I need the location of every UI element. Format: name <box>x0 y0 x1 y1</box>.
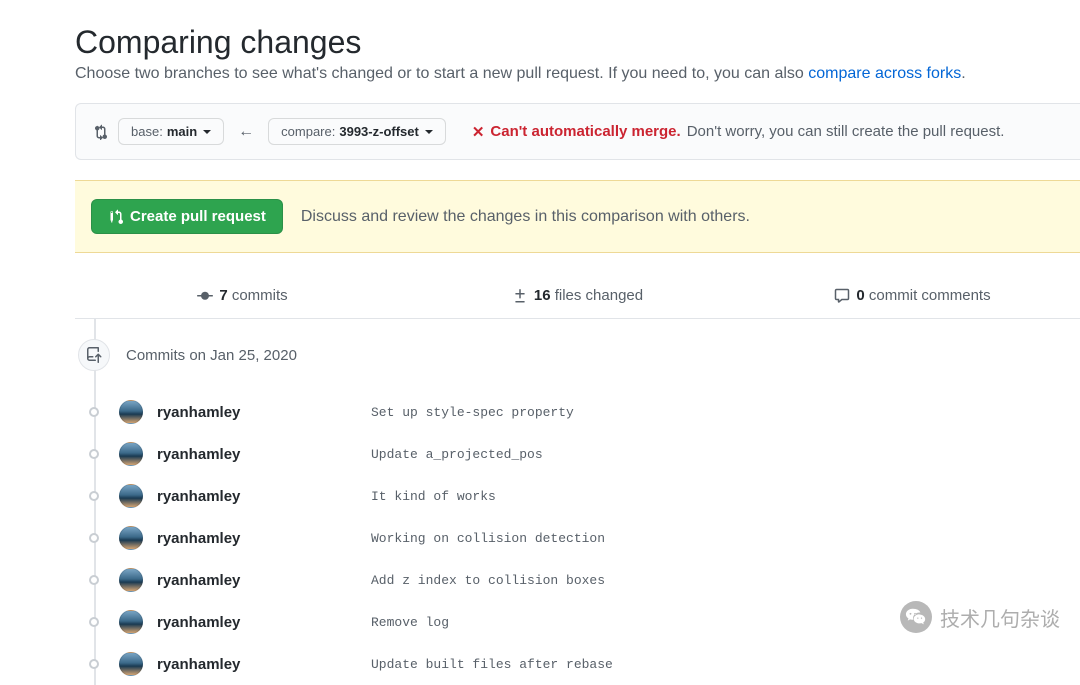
commit-author[interactable]: ryanhamley <box>157 656 357 673</box>
commit-row[interactable]: ryanhamley It kind of works <box>95 475 1080 517</box>
watermark: 技术几句杂谈 <box>900 601 1060 633</box>
commit-author[interactable]: ryanhamley <box>157 572 357 589</box>
stat-commits[interactable]: 7 commits <box>75 273 410 318</box>
avatar[interactable] <box>119 442 143 466</box>
commit-message[interactable]: It kind of works <box>371 489 496 504</box>
compare-bar: base: main ← compare: 3993-z-offset ✕ Ca… <box>75 103 1080 160</box>
avatar[interactable] <box>119 526 143 550</box>
pr-description: Discuss and review the changes in this c… <box>301 208 750 226</box>
create-pr-bar: Create pull request Discuss and review t… <box>75 180 1080 253</box>
commits-count: 7 <box>219 287 227 304</box>
commit-author[interactable]: ryanhamley <box>157 530 357 547</box>
git-compare-icon <box>92 124 108 140</box>
commits-label: commits <box>228 287 288 304</box>
create-pr-label: Create pull request <box>130 208 266 225</box>
repo-push-icon-wrap <box>78 339 110 371</box>
stats-bar: 7 commits 16 files changed 0 commit comm… <box>75 273 1080 319</box>
commit-icon <box>197 288 213 304</box>
comments-count: 0 <box>856 287 864 304</box>
commit-group-header: Commits on Jan 25, 2020 <box>75 339 1080 371</box>
commit-dot-icon <box>89 491 99 501</box>
base-branch-select[interactable]: base: main <box>118 118 224 145</box>
chevron-down-icon <box>425 130 433 134</box>
commit-dot-icon <box>89 575 99 585</box>
commit-author[interactable]: ryanhamley <box>157 404 357 421</box>
commit-message[interactable]: Update built files after rebase <box>371 657 613 672</box>
commit-author[interactable]: ryanhamley <box>157 446 357 463</box>
git-pull-request-icon <box>108 209 124 225</box>
subtitle-text: Choose two branches to see what's change… <box>75 65 808 82</box>
stat-comments[interactable]: 0 commit comments <box>745 273 1080 318</box>
commit-date: Commits on Jan 25, 2020 <box>126 347 297 364</box>
commit-row[interactable]: ryanhamley Update a_projected_pos <box>95 433 1080 475</box>
chevron-down-icon <box>203 130 211 134</box>
avatar[interactable] <box>119 484 143 508</box>
merge-rest-text: Don't worry, you can still create the pu… <box>687 123 1005 140</box>
merge-status: ✕ Can't automatically merge. Don't worry… <box>472 123 1005 141</box>
page-title: Comparing changes <box>75 24 1080 61</box>
avatar[interactable] <box>119 652 143 676</box>
avatar[interactable] <box>119 400 143 424</box>
commit-timeline: Commits on Jan 25, 2020 ryanhamley Set u… <box>75 339 1080 685</box>
commit-row[interactable]: ryanhamley Add z index to collision boxe… <box>95 559 1080 601</box>
commit-row[interactable]: ryanhamley Update built files after reba… <box>95 643 1080 685</box>
compare-value: 3993-z-offset <box>339 124 418 139</box>
wechat-icon <box>900 601 932 633</box>
commit-message[interactable]: Set up style-spec property <box>371 405 574 420</box>
avatar[interactable] <box>119 610 143 634</box>
commit-dot-icon <box>89 617 99 627</box>
stat-files[interactable]: 16 files changed <box>410 273 745 318</box>
compare-label: compare: <box>281 124 335 139</box>
commit-message[interactable]: Remove log <box>371 615 449 630</box>
page-subtitle: Choose two branches to see what's change… <box>75 65 1080 83</box>
create-pull-request-button[interactable]: Create pull request <box>91 199 283 234</box>
compare-branch-select[interactable]: compare: 3993-z-offset <box>268 118 446 145</box>
commit-dot-icon <box>89 659 99 669</box>
subtitle-post: . <box>961 65 965 82</box>
commit-dot-icon <box>89 533 99 543</box>
comment-icon <box>834 288 850 304</box>
commit-message[interactable]: Add z index to collision boxes <box>371 573 605 588</box>
files-label: files changed <box>551 287 644 304</box>
arrow-left-icon: ← <box>234 123 258 141</box>
repo-push-icon <box>86 347 102 363</box>
diff-icon <box>512 288 528 304</box>
commit-message[interactable]: Working on collision detection <box>371 531 605 546</box>
base-label: base: <box>131 124 163 139</box>
commit-dot-icon <box>89 449 99 459</box>
merge-cant-text: Can't automatically merge. <box>490 123 680 140</box>
commit-author[interactable]: ryanhamley <box>157 614 357 631</box>
avatar[interactable] <box>119 568 143 592</box>
watermark-text: 技术几句杂谈 <box>940 603 1060 632</box>
compare-forks-link[interactable]: compare across forks <box>808 65 961 82</box>
comments-label: commit comments <box>865 287 991 304</box>
commit-author[interactable]: ryanhamley <box>157 488 357 505</box>
x-icon: ✕ <box>472 123 485 141</box>
commit-row[interactable]: ryanhamley Working on collision detectio… <box>95 517 1080 559</box>
base-value: main <box>167 124 197 139</box>
files-count: 16 <box>534 287 551 304</box>
commit-row[interactable]: ryanhamley Set up style-spec property <box>95 391 1080 433</box>
commit-dot-icon <box>89 407 99 417</box>
commit-message[interactable]: Update a_projected_pos <box>371 447 543 462</box>
